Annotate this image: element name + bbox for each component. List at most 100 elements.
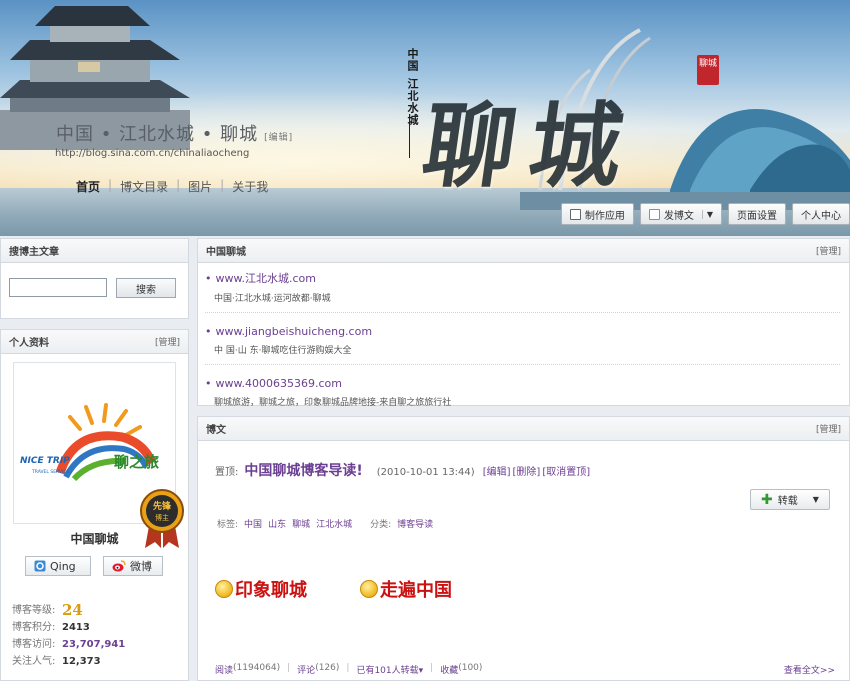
smile-emoji-icon [215, 580, 233, 598]
search-input[interactable] [9, 278, 107, 297]
stat-followers: 关注人气: 12,373 [12, 653, 125, 670]
links-manage-link[interactable]: [管理] [816, 244, 841, 257]
links-list: www.江北水城.com 中国·江北水城·运河故都·聊城 www.jiangbe… [205, 270, 840, 428]
list-item: www.4000635369.com 聊城旅游，聊城之旅，印象聊城品牌地接-来自… [205, 377, 840, 416]
footer-separator: | [346, 663, 350, 673]
qing-button[interactable]: Qing [25, 556, 91, 576]
post-body-line-1: 印象聊城 [215, 576, 307, 602]
top-toolbar: 制作应用 发博文 ▼ 页面设置 个人中心 [560, 203, 850, 225]
link-description: 中国·江北水城·运河故都·聊城 [214, 294, 331, 304]
read-all-link[interactable]: 查看全文>> [784, 663, 835, 676]
tag-link[interactable]: 江北水城 [316, 517, 352, 530]
post-unpin-link[interactable]: [取消置顶] [542, 463, 590, 478]
logo-text-travel-service: TRAVEL SERVICE [31, 469, 69, 475]
blog-url[interactable]: http://blog.sina.com.cn/chinaliaocheng [55, 148, 249, 159]
links-panel-header: 中国聊城 [管理] [198, 239, 849, 263]
page-settings-label: 页面设置 [737, 210, 777, 222]
tag-link[interactable]: 山东 [268, 517, 286, 530]
make-app-label: 制作应用 [584, 210, 625, 222]
stat-points: 博客积分: 2413 [12, 619, 125, 636]
page-settings-button[interactable]: 页面设置 [728, 203, 786, 225]
blog-title-text: 中国 • 江北水城 • 聊城 [56, 124, 259, 145]
profile-manage-link[interactable]: [管理] [155, 335, 180, 348]
post-delete-link[interactable]: [删除] [513, 463, 541, 478]
vertical-divider [409, 118, 410, 158]
post-body-line-2: 走遍中国 [360, 576, 452, 602]
post-body-text: 走遍中国 [380, 580, 452, 601]
weibo-button[interactable]: 微博 [103, 556, 163, 576]
category-link[interactable]: 博客导读 [397, 517, 433, 530]
qing-label: Qing [50, 559, 76, 573]
pencil-icon [648, 208, 660, 220]
footer-separator: | [287, 663, 291, 673]
stat-value: 24 [62, 601, 83, 619]
reposted-link[interactable]: 已有101人转载▾ [356, 663, 423, 676]
post-body-text: 印象聊城 [235, 580, 307, 601]
stat-level: 博客等级: 24 [12, 602, 125, 619]
stat-label: 博客访问: [12, 639, 56, 650]
stat-label: 博客等级: [12, 605, 56, 616]
list-item: www.江北水城.com 中国·江北水城·运河故都·聊城 [205, 270, 840, 313]
tag-link[interactable]: 中国 [244, 517, 262, 530]
posts-panel: 博文 [管理] [197, 416, 850, 681]
weibo-icon [112, 560, 126, 572]
stat-label: 关注人气: [12, 656, 56, 667]
blog-stats: 博客等级: 24 博客积分: 2413 博客访问: 23,707,941 关注人… [12, 602, 125, 670]
nav-separator: | [108, 178, 113, 192]
pinned-label: 置顶: [215, 467, 239, 478]
post-footer: 阅读 (1194064) | 评论 (126) | 已有101人转载▾ | 收藏… [215, 663, 835, 676]
make-app-button[interactable]: 制作应用 [560, 203, 634, 225]
heart-eyes-emoji-icon [360, 580, 378, 598]
posts-manage-link[interactable]: [管理] [816, 422, 841, 435]
links-panel-title: 中国聊城 [206, 247, 246, 258]
category-label: 分类: [370, 520, 392, 530]
nav-separator: | [176, 178, 181, 192]
post-article-button[interactable]: 发博文 ▼ [639, 203, 722, 225]
nav-home[interactable]: 首页 [76, 178, 100, 195]
logo-text-liaozhilv: 聊之旅 [114, 453, 159, 471]
profile-panel-header: 个人资料 [管理] [1, 330, 188, 354]
comment-count: (126) [315, 663, 340, 673]
posts-panel-header: 博文 [管理] [198, 417, 849, 441]
blog-owner-name[interactable]: 中国聊城 [0, 530, 189, 547]
phone-icon [569, 208, 581, 220]
footer-separator: | [430, 663, 434, 673]
nav-separator: | [220, 178, 225, 192]
header-banner: 聊城 中国 江北水城 聊城 中国 • 江北水城 • 聊城 [编辑] http://… [0, 0, 850, 236]
badge-text-blogger: 博主 [155, 513, 169, 522]
calligraphy-title: 聊城 [416, 92, 644, 200]
profile-panel-title: 个人资料 [9, 338, 49, 349]
chevron-down-icon[interactable]: ▼ [701, 209, 713, 219]
tag-link[interactable]: 聊城 [292, 517, 310, 530]
read-link[interactable]: 阅读 [215, 663, 233, 676]
vertical-text-city: 江北水城 [406, 78, 419, 126]
qing-icon [34, 560, 46, 572]
post-edit-link[interactable]: [编辑] [483, 463, 511, 478]
favorite-link[interactable]: 收藏 [440, 663, 458, 676]
link-url[interactable]: www.4000635369.com [205, 377, 840, 390]
red-seal-stamp: 聊城 [697, 55, 719, 85]
post-tags: 标签: 中国 山东 聊城 江北水城 分类: 博客导读 [217, 517, 433, 530]
repost-button[interactable]: ✚ 转载 ▼ [750, 489, 830, 510]
post-article-label: 发博文 [663, 210, 694, 222]
posts-panel-title: 博文 [206, 425, 226, 436]
vertical-text-china: 中国 [406, 48, 419, 72]
nav-about-me[interactable]: 关于我 [232, 178, 268, 195]
blog-nav: 首页 | 博文目录 | 图片 | 关于我 [76, 178, 268, 195]
blog-title: 中国 • 江北水城 • 聊城 [编辑] [56, 120, 293, 146]
link-url[interactable]: www.jiangbeishuicheng.com [205, 325, 840, 338]
personal-center-button[interactable]: 个人中心 [792, 203, 850, 225]
post-title[interactable]: 中国聊城博客导读! [244, 460, 362, 480]
nav-pictures[interactable]: 图片 [188, 178, 212, 195]
chevron-down-icon: ▼ [812, 495, 819, 504]
weibo-label: 微博 [130, 560, 152, 573]
logo-text-nice-trip: NICE TRIP [20, 456, 70, 466]
search-button[interactable]: 搜索 [116, 278, 176, 298]
stat-value: 23,707,941 [62, 639, 126, 650]
comment-link[interactable]: 评论 [297, 663, 315, 676]
stat-value: 2413 [62, 622, 90, 633]
blog-title-edit-link[interactable]: [编辑] [264, 133, 293, 143]
badge-text-pioneer: 先锋 [153, 500, 172, 512]
nav-article-list[interactable]: 博文目录 [120, 178, 168, 195]
link-url[interactable]: www.江北水城.com [205, 270, 840, 286]
